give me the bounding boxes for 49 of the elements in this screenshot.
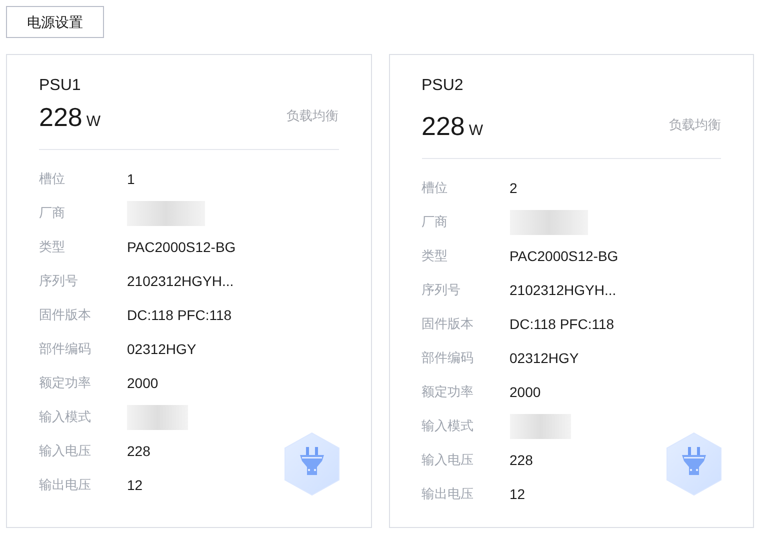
field-label: 部件编码 [422,349,474,368]
power-value: 228 [422,111,465,141]
field-label: 固件版本 [39,306,92,324]
field-value: 1 [127,170,135,188]
field-label: 额定功率 [422,383,474,402]
power-unit: W [86,112,101,132]
field-value: 2102312HGYH... [127,272,234,290]
field-value: 12 [510,484,526,504]
field-value: DC:118 PFC:118 [127,306,232,324]
field-label: 额定功率 [39,374,92,392]
field-value: 2000 [510,382,541,402]
power-settings-button[interactable]: 电源设置 [6,6,104,38]
power-unit: W [468,121,484,141]
field-value: PAC2000S12-BG [510,246,618,266]
field-label: 输入电压 [422,451,474,470]
psu-name: PSU2 [422,76,464,96]
field-value: 12 [127,476,143,494]
field-label: 厂商 [39,204,66,222]
mode-label: 负载均衡 [669,116,721,134]
field-label: 输入电压 [39,442,92,460]
field-label: 输出电压 [39,476,92,494]
power-plug-icon [282,431,340,497]
field-label: 槽位 [422,179,448,198]
field-label: 类型 [39,238,66,256]
mode-label: 负载均衡 [286,107,338,125]
field-label: 输出电压 [422,485,474,504]
field-label: 部件编码 [39,340,92,358]
power-value: 228 [39,102,82,132]
psu-name: PSU1 [39,76,82,96]
field-value: 228 [510,450,533,470]
redacted-value [510,414,570,438]
field-value: DC:118 PFC:118 [510,314,614,334]
field-value: 228 [127,442,150,460]
power-plug-icon [665,431,723,497]
field-value: 2 [510,178,518,198]
field-label: 固件版本 [422,315,474,334]
field-label: 类型 [422,247,448,266]
field-value: 02312HGY [127,340,196,358]
field-value: 2102312HGYH... [510,280,616,300]
field-value: 2000 [127,374,158,392]
field-label: 槽位 [39,170,66,188]
redacted-value [127,404,188,430]
field-label: 厂商 [422,213,448,232]
field-label: 序列号 [39,272,79,290]
field-value: PAC2000S12-BG [127,238,236,256]
field-value: 02312HGY [510,348,579,368]
field-label: 序列号 [422,281,462,300]
field-label: 输入模式 [422,417,474,436]
field-label: 输入模式 [39,408,92,426]
